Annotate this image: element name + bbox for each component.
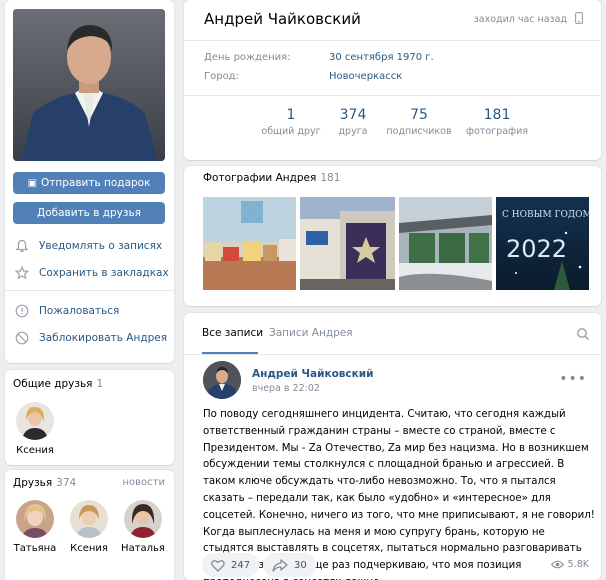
wall-card: Все записи Записи Андрея Андрей Чайковск… [184, 313, 601, 580]
friend-item[interactable]: Наталья [119, 500, 167, 554]
report-label: Пожаловаться [39, 305, 120, 317]
counter-number: 374 [339, 107, 367, 123]
birthday-value[interactable]: 30 сентября 1970 г. [329, 52, 434, 63]
counter-followers[interactable]: 75 подписчиков [384, 107, 454, 137]
counter-label: фотография [465, 126, 529, 137]
friends-card: Друзья 374 новости Татьяна Ксения Наталья [5, 470, 174, 580]
profile-sidebar-card: ▣ Отправить подарок Добавить в друзья Уве… [5, 0, 174, 363]
report-action[interactable]: Пожаловаться [13, 301, 169, 321]
photo-thumbnail-image [300, 197, 395, 290]
bookmark-label: Сохранить в закладках [39, 267, 169, 279]
warning-icon [13, 302, 31, 320]
photo-thumbnail[interactable] [399, 197, 492, 290]
new-year-year-text: 2022 [506, 235, 567, 263]
post-timestamp[interactable]: вчера в 22:02 [252, 383, 320, 394]
counter-label: друга [338, 126, 368, 137]
friend-name: Татьяна [13, 543, 57, 554]
add-friend-label: Добавить в друзья [37, 207, 141, 219]
photos-card: Фотографии Андрея 181 С НОВЫМ ГОДОМ 2022 [184, 166, 601, 306]
city-value[interactable]: Новочеркасск [329, 71, 402, 82]
friend-avatar [16, 402, 54, 440]
search-icon[interactable] [576, 327, 590, 341]
star-icon [13, 264, 31, 282]
counter-number: 181 [483, 107, 511, 123]
more-options-icon[interactable]: ••• [559, 371, 587, 387]
photos-title[interactable]: Фотографии Андрея 181 [203, 172, 340, 184]
last-seen-status: заходил час назад [473, 14, 567, 25]
eye-icon [550, 560, 564, 569]
common-friend-item[interactable]: Ксения [11, 402, 59, 456]
friend-avatar [124, 500, 162, 538]
city-label: Город: [204, 71, 239, 82]
profile-info-card: Андрей Чайковский заходил час назад День… [184, 0, 601, 160]
photo-thumbnail[interactable]: С НОВЫМ ГОДОМ 2022 [496, 197, 589, 290]
divider [5, 290, 174, 291]
photos-title-text: Фотографии Андрея [203, 172, 317, 184]
counter-friends[interactable]: 374 друга [318, 107, 388, 137]
heart-icon [211, 559, 225, 572]
block-label: Заблокировать Андрея [39, 332, 168, 344]
divider [184, 354, 601, 355]
page-title: Андрей Чайковский [204, 10, 361, 28]
friend-name: Ксения [70, 543, 108, 554]
notify-label: Уведомлять о записях [39, 240, 163, 252]
tab-all-posts[interactable]: Все записи [202, 327, 263, 339]
bell-icon [13, 237, 31, 255]
view-count: 5.8K [567, 559, 589, 570]
share-button[interactable]: 30 [263, 553, 316, 577]
photo-thumbnail-image [399, 197, 492, 290]
post-author-avatar[interactable] [203, 361, 241, 399]
common-friends-title-text: Общие друзья [13, 378, 93, 390]
send-gift-button[interactable]: ▣ Отправить подарок [13, 172, 165, 194]
friend-item[interactable]: Татьяна [11, 500, 59, 554]
common-friends-title[interactable]: Общие друзья 1 [13, 378, 103, 390]
like-count: 247 [231, 559, 251, 571]
counter-number: 75 [410, 107, 428, 123]
like-button[interactable]: 247 [202, 553, 260, 577]
friends-title-text: Друзья [13, 477, 53, 489]
bookmark-action[interactable]: Сохранить в закладках [13, 263, 169, 283]
friend-avatar [16, 500, 54, 538]
share-count: 30 [294, 559, 307, 571]
divider [184, 40, 601, 41]
friend-name: Ксения [16, 445, 54, 456]
birthday-label: День рождения: [204, 52, 291, 63]
post-text: По поводу сегодняшнего инцидента. Считаю… [203, 409, 595, 580]
friends-news-link[interactable]: новости [123, 477, 166, 488]
friends-title[interactable]: Друзья 374 [13, 477, 76, 489]
share-arrow-icon [272, 558, 288, 572]
mobile-phone-icon [575, 12, 583, 27]
photo-thumbnail[interactable] [300, 197, 395, 290]
block-action[interactable]: Заблокировать Андрея [13, 328, 169, 348]
post-author-name[interactable]: Андрей Чайковский [252, 368, 374, 380]
tab-author-posts[interactable]: Записи Андрея [269, 327, 353, 339]
photo-thumbnail-image [203, 197, 296, 290]
common-friends-card: Общие друзья 1 Ксения [5, 370, 174, 465]
common-friends-count: 1 [96, 378, 104, 390]
friend-item[interactable]: Ксения [65, 500, 113, 554]
block-icon [13, 329, 31, 347]
counter-common-friends[interactable]: 1 общий друг [256, 107, 326, 137]
friend-avatar [70, 500, 108, 538]
views-counter: 5.8K [550, 559, 589, 570]
friend-name: Наталья [121, 543, 165, 554]
send-gift-label: Отправить подарок [41, 177, 151, 189]
profile-photo-image [13, 9, 165, 161]
add-friend-button[interactable]: Добавить в друзья [13, 202, 165, 224]
counter-number: 1 [286, 107, 296, 123]
new-year-greeting-text: С НОВЫМ ГОДОМ [502, 210, 589, 220]
divider [184, 95, 601, 96]
friends-count: 374 [56, 477, 77, 489]
photo-thumbnail[interactable] [203, 197, 296, 290]
profile-photo[interactable] [13, 9, 165, 161]
photos-count: 181 [320, 172, 341, 184]
counter-label: подписчиков [386, 126, 452, 137]
counter-label: общий друг [261, 126, 321, 137]
counter-photos[interactable]: 181 фотография [462, 107, 532, 137]
notify-posts-action[interactable]: Уведомлять о записях [13, 236, 169, 256]
gift-icon: ▣ [27, 178, 38, 189]
photo-thumbnail-image: С НОВЫМ ГОДОМ 2022 [496, 197, 589, 290]
